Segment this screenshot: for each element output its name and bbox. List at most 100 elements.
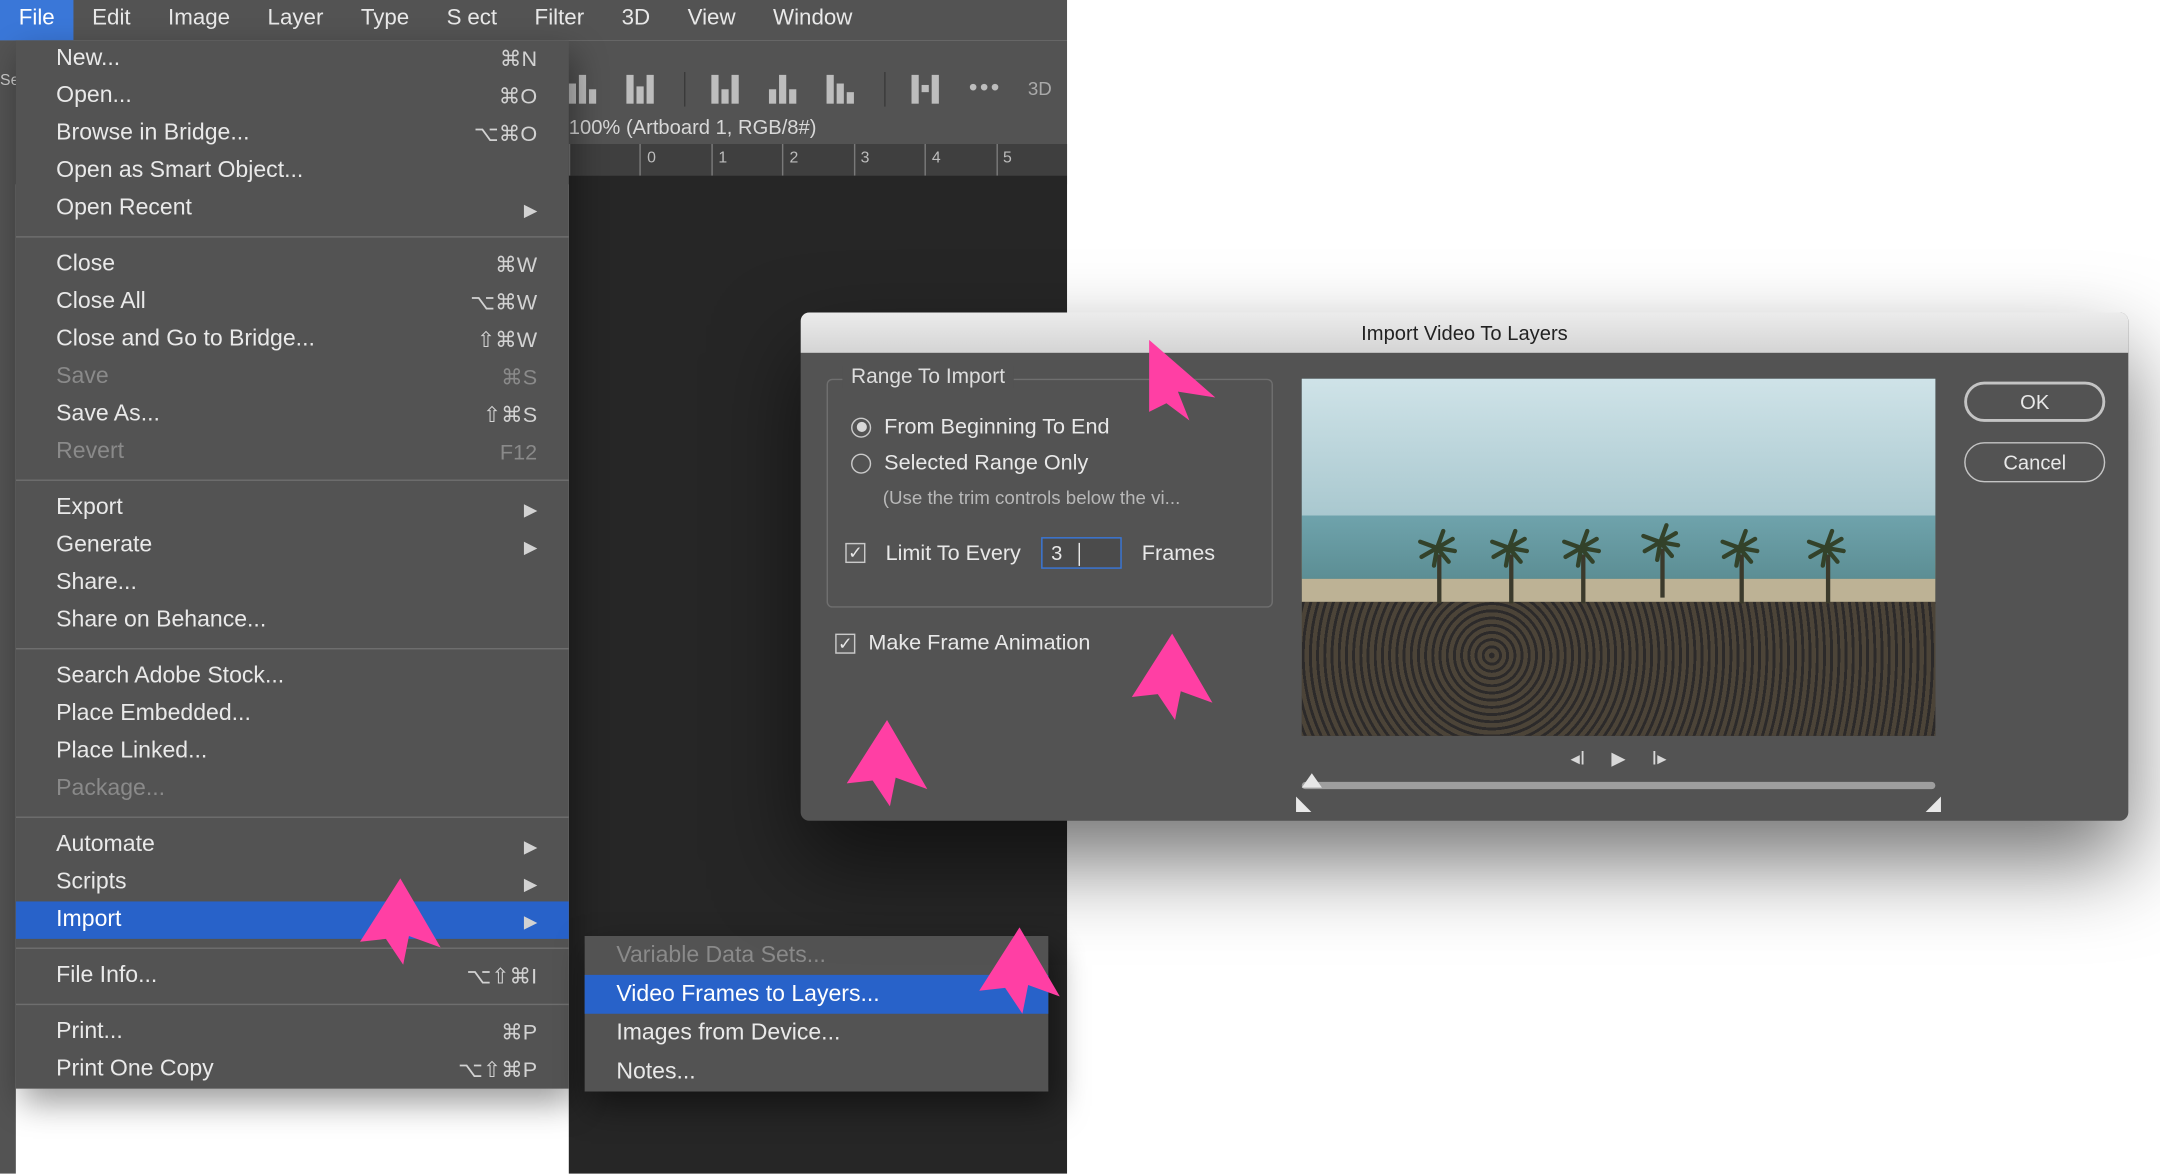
menu-item-file-info[interactable]: File Info... ⌥⇧⌘I xyxy=(16,958,569,995)
menu-item-save: Save⌘S xyxy=(16,359,569,396)
menu-item-close[interactable]: Close⌘W xyxy=(16,246,569,283)
submenu-arrow-icon: ▶ xyxy=(524,836,537,856)
ok-button[interactable]: OK xyxy=(1964,382,2105,422)
3d-mode-label[interactable]: 3D xyxy=(1028,78,1052,100)
submenu-arrow-icon: ▶ xyxy=(524,499,537,519)
menu-window[interactable]: Window xyxy=(754,0,871,40)
submenu-arrow-icon: ▶ xyxy=(524,536,537,556)
range-help-text: (Use the trim controls below the vi... xyxy=(883,487,1257,509)
menu-item-label: Close and Go to Bridge... xyxy=(56,327,315,353)
more-icon[interactable]: ••• xyxy=(969,76,1002,102)
menu-item-label: Print One Copy xyxy=(56,1057,214,1083)
menu-filter[interactable]: Filter xyxy=(516,0,603,40)
menu-item-label: New... xyxy=(56,46,120,72)
shortcut-label: ▶ xyxy=(524,870,537,894)
menu-item-label: Search Adobe Stock... xyxy=(56,664,284,690)
ruler-tick: 4 xyxy=(925,144,996,176)
menu-item-label: Save As... xyxy=(56,402,160,428)
menu-item-export[interactable]: Export ▶ xyxy=(16,490,569,527)
next-frame-icon[interactable]: Ⅰ▸ xyxy=(1652,747,1667,770)
shortcut-label: ⌘N xyxy=(500,46,537,72)
trim-in-handle[interactable]: ◣ xyxy=(1296,791,1312,815)
menu-select-partial[interactable]: S xyxy=(428,0,464,40)
menu-separator xyxy=(16,480,569,481)
menu-select-tail[interactable]: ect xyxy=(464,0,515,40)
menu-item-automate[interactable]: Automate▶ xyxy=(16,827,569,864)
radio-label: Selected Range Only xyxy=(884,451,1088,475)
menu-item-close-all[interactable]: Close All⌥⌘W xyxy=(16,284,569,321)
menu-item-generate[interactable]: Generate▶ xyxy=(16,527,569,564)
ruler-tick: 2 xyxy=(782,144,853,176)
menu-item-place-linked[interactable]: Place Linked... xyxy=(16,733,569,770)
menu-image[interactable]: Image xyxy=(149,0,248,40)
menu-item-place-embedded[interactable]: Place Embedded... xyxy=(16,696,569,733)
shortcut-label: ⌘S xyxy=(501,364,537,390)
spacing-icon[interactable] xyxy=(912,74,944,103)
menu-item-label: Open as Smart Object... xyxy=(56,158,303,184)
menu-item-label: File Info... xyxy=(56,963,157,989)
left-edge-bar: Se xyxy=(0,40,16,1173)
menu-layer[interactable]: Layer xyxy=(249,0,342,40)
submenu-arrow-icon: ▶ xyxy=(524,199,537,219)
trim-bar[interactable]: ◣ ◢ xyxy=(1302,782,1936,789)
range-legend: Range To Import xyxy=(842,366,1013,389)
align-icon-2[interactable] xyxy=(626,74,658,103)
menu-item-package: Package... xyxy=(16,770,569,807)
shortcut-label: ⌥⇧⌘I xyxy=(467,963,538,989)
menu-item-share-on-behance[interactable]: Share on Behance... xyxy=(16,602,569,639)
menu-item-print[interactable]: Print...⌘P xyxy=(16,1014,569,1051)
submenu-arrow-icon: ▶ xyxy=(524,873,537,893)
menu-item-label: Revert xyxy=(56,439,124,465)
radio-selected-range[interactable]: Selected Range Only xyxy=(851,451,1251,475)
menu-item-import[interactable]: Import▶ xyxy=(16,901,569,938)
radio-on-icon xyxy=(851,417,871,437)
distribute-icon[interactable] xyxy=(711,74,743,103)
checkbox-limit[interactable] xyxy=(845,543,865,563)
menu-item-open-recent[interactable]: Open Recent▶ xyxy=(16,190,569,227)
menu-file[interactable]: File xyxy=(0,0,73,40)
menu-item-close-and-go-to-bridge[interactable]: Close and Go to Bridge...⇧⌘W xyxy=(16,321,569,358)
cancel-button[interactable]: Cancel xyxy=(1964,442,2105,482)
menu-item-new[interactable]: New... ⌘N xyxy=(16,40,569,77)
menu-item-search-adobe-stock[interactable]: Search Adobe Stock... xyxy=(16,658,569,695)
menu-item-open-as-smart-object[interactable]: Open as Smart Object... xyxy=(16,153,569,190)
menu-separator xyxy=(16,816,569,817)
limit-unit: Frames xyxy=(1142,541,1215,565)
menu-3d[interactable]: 3D xyxy=(603,0,669,40)
menu-view[interactable]: View xyxy=(669,0,754,40)
menu-type[interactable]: Type xyxy=(342,0,428,40)
menu-item-share[interactable]: Share... xyxy=(16,564,569,601)
shortcut-label: ⌥⌘W xyxy=(470,289,537,315)
trim-out-handle[interactable]: ◢ xyxy=(1926,791,1942,815)
align-icon[interactable] xyxy=(569,74,601,103)
shortcut-label: ▶ xyxy=(524,833,537,857)
menu-item-browse-in-bridge[interactable]: Browse in Bridge...⌥⌘O xyxy=(16,115,569,152)
ruler-tick: 5 xyxy=(996,144,1067,176)
menu-item-print-one-copy[interactable]: Print One Copy ⌥⇧⌘P xyxy=(16,1051,569,1088)
ruler-tick: 1 xyxy=(711,144,782,176)
menu-item-label: Import xyxy=(56,907,121,933)
submenu-item-images-from-device[interactable]: Images from Device... xyxy=(585,1014,1049,1053)
playhead-icon[interactable] xyxy=(1302,773,1322,787)
play-icon[interactable]: ▶ xyxy=(1611,747,1625,770)
limit-frames-input[interactable]: 3 xyxy=(1041,537,1122,569)
ruler-tick: 0 xyxy=(640,144,711,176)
submenu-item-notes[interactable]: Notes... xyxy=(585,1053,1049,1092)
shortcut-label: ⌥⇧⌘P xyxy=(458,1057,537,1083)
menu-edit[interactable]: Edit xyxy=(73,0,149,40)
distribute-icon-2[interactable] xyxy=(769,74,801,103)
document-tab[interactable]: 100% (Artboard 1, RGB/8#) xyxy=(569,115,817,138)
menu-item-label: Share on Behance... xyxy=(56,608,266,634)
distribute-icon-3[interactable] xyxy=(827,74,859,103)
menu-item-label: Export xyxy=(56,495,123,521)
menu-item-save-as[interactable]: Save As...⇧⌘S xyxy=(16,396,569,433)
playback-controls: ◂Ⅰ ▶ Ⅰ▸ xyxy=(1571,747,1667,770)
menu-item-open[interactable]: Open...⌘O xyxy=(16,78,569,115)
menu-item-scripts[interactable]: Scripts▶ xyxy=(16,864,569,901)
radio-label: From Beginning To End xyxy=(884,415,1109,439)
checkbox-make-frame-anim[interactable] xyxy=(835,633,855,653)
prev-frame-icon[interactable]: ◂Ⅰ xyxy=(1571,747,1586,770)
menu-item-revert: RevertF12 xyxy=(16,433,569,470)
shortcut-label: ⌘P xyxy=(501,1020,537,1046)
menu-item-label: Place Embedded... xyxy=(56,701,251,727)
